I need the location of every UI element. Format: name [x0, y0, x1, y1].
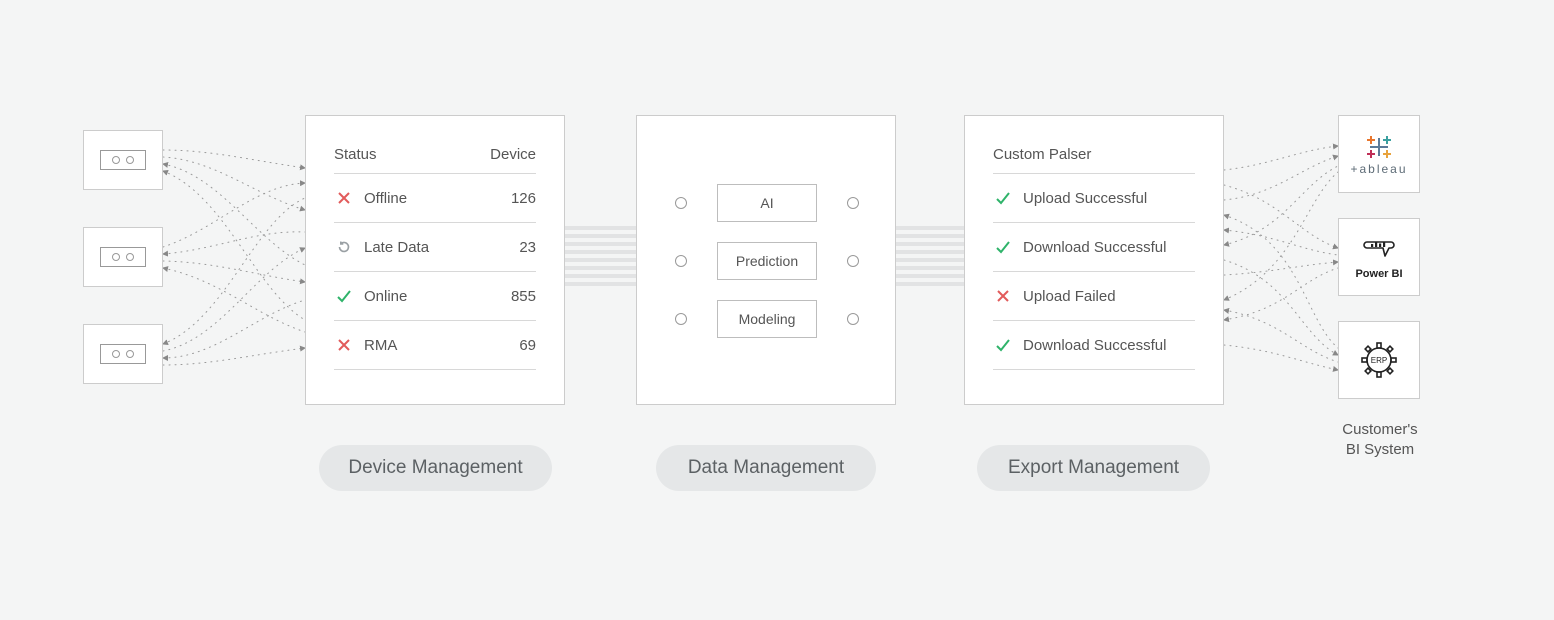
- erp-gear-icon: ERP: [1357, 338, 1401, 382]
- export-title: Custom Palser: [993, 140, 1195, 174]
- erp-text: ERP: [1371, 356, 1387, 365]
- node-label: AI: [760, 195, 773, 211]
- diagram-stage: Status Device Offline 126 Late Data 23: [0, 0, 1554, 620]
- check-icon: [334, 286, 354, 306]
- status-count: 23: [486, 239, 536, 256]
- status-label: Online: [364, 288, 486, 305]
- powerbi-label: Power BI: [1355, 268, 1402, 280]
- node-label: Modeling: [739, 311, 796, 327]
- status-label: Late Data: [364, 239, 486, 256]
- status-count: 855: [486, 288, 536, 305]
- data-management-panel: AI Prediction Modeling: [636, 115, 896, 405]
- status-row-offline: Offline 126: [334, 174, 536, 223]
- cross-icon: [334, 335, 354, 355]
- refresh-icon: [334, 237, 354, 257]
- graph-output-node: [847, 255, 859, 267]
- graph-input-node: [675, 197, 687, 209]
- export-row: Download Successful: [993, 223, 1195, 272]
- device-box-1: [83, 130, 163, 190]
- graph-input-node: [675, 313, 687, 325]
- device-box-3: [83, 324, 163, 384]
- chip-label: Export Management: [1008, 457, 1179, 479]
- bi-caption: Customer's BI System: [1320, 420, 1440, 461]
- header-device: Device: [490, 146, 536, 163]
- bi-caption-line1: Customer's: [1342, 421, 1417, 438]
- header-status: Status: [334, 146, 377, 163]
- check-icon: [993, 335, 1013, 355]
- status-label: Offline: [364, 190, 486, 207]
- status-row-rma: RMA 69: [334, 321, 536, 370]
- node-label: Prediction: [736, 253, 798, 269]
- export-label: Upload Failed: [1023, 288, 1116, 305]
- bi-caption-line2: BI System: [1346, 441, 1414, 458]
- chip-data-management: Data Management: [656, 445, 876, 491]
- graph-input-node: [675, 255, 687, 267]
- chip-device-management: Device Management: [319, 445, 552, 491]
- status-count: 126: [486, 190, 536, 207]
- tableau-label: +ableau: [1350, 162, 1407, 176]
- cross-icon: [993, 286, 1013, 306]
- status-count: 69: [486, 337, 536, 354]
- status-row-online: Online 855: [334, 272, 536, 321]
- device-icon: [100, 150, 146, 170]
- device-icon: [100, 344, 146, 364]
- node-ai: AI: [717, 184, 817, 222]
- tableau-icon: [1362, 132, 1396, 162]
- chip-export-management: Export Management: [977, 445, 1210, 491]
- node-prediction: Prediction: [717, 242, 817, 280]
- bi-box-powerbi: Power BI: [1338, 218, 1420, 296]
- cross-icon: [334, 188, 354, 208]
- status-row-late-data: Late Data 23: [334, 223, 536, 272]
- device-table-header: Status Device: [334, 140, 536, 174]
- export-label: Download Successful: [1023, 337, 1166, 354]
- device-box-2: [83, 227, 163, 287]
- chip-label: Data Management: [688, 457, 844, 479]
- export-label: Upload Successful: [1023, 190, 1147, 207]
- export-label: Download Successful: [1023, 239, 1166, 256]
- bi-box-tableau: +ableau: [1338, 115, 1420, 193]
- export-management-panel: Custom Palser Upload Successful Download…: [964, 115, 1224, 405]
- status-label: RMA: [364, 337, 486, 354]
- graph-output-node: [847, 197, 859, 209]
- check-icon: [993, 237, 1013, 257]
- powerbi-icon: [1361, 234, 1397, 264]
- check-icon: [993, 188, 1013, 208]
- node-modeling: Modeling: [717, 300, 817, 338]
- device-management-panel: Status Device Offline 126 Late Data 23: [305, 115, 565, 405]
- device-icon: [100, 247, 146, 267]
- chip-label: Device Management: [348, 457, 522, 479]
- graph-output-node: [847, 313, 859, 325]
- export-row: Download Successful: [993, 321, 1195, 370]
- export-row: Upload Successful: [993, 174, 1195, 223]
- bi-box-erp: ERP: [1338, 321, 1420, 399]
- export-row: Upload Failed: [993, 272, 1195, 321]
